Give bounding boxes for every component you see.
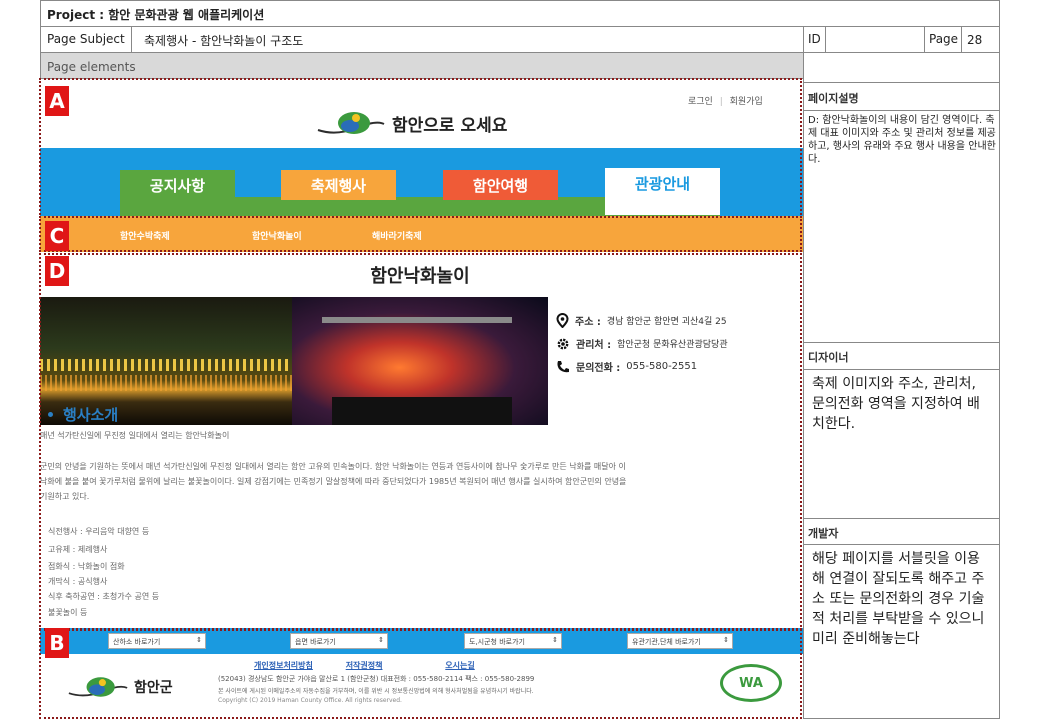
developer-title: 개발자	[808, 527, 839, 540]
project-label: Project : 함안 문화관광 웹 애플리케이션	[47, 8, 265, 22]
id-label-cell: ID	[803, 26, 826, 53]
page-subject-label-cell: Page Subject	[40, 26, 132, 53]
sidebar-top-cell	[803, 52, 1000, 83]
page-value-cell: 28	[961, 26, 1000, 53]
designer-text: 축제 이미지와 주소, 관리처, 문의전화 영역을 지정하여 배치한다.	[812, 376, 980, 432]
page-elements-label: Page elements	[47, 60, 136, 74]
page-subject-label: Page Subject	[47, 32, 125, 46]
page-description-text: D: 함안낙화놀이의 내용이 담긴 영역이다. 축제 대표 이미지와 주소 및 …	[808, 115, 996, 165]
id-label: ID	[808, 32, 821, 46]
sidebar-divider-1	[803, 342, 1000, 343]
page-subject-value: 축제행사 - 함안낙화놀이 구조도	[144, 34, 304, 48]
page-label: Page	[929, 32, 959, 46]
sidebar-divider-0	[803, 110, 1000, 111]
sidebar-divider-2	[803, 369, 1000, 370]
page-subject-value-cell: 축제행사 - 함안낙화놀이 구조도	[131, 26, 804, 53]
page-value: 28	[967, 33, 983, 47]
project-row: Project : 함안 문화관광 웹 애플리케이션	[40, 0, 1000, 27]
marker-c: C	[45, 221, 69, 251]
marker-d: D	[45, 256, 69, 286]
region-a-outline	[39, 78, 802, 218]
developer-text: 해당 페이지를 서블릿을 이용해 연결이 잘되도록 해주고 주소 또는 문의전화…	[812, 551, 985, 647]
page-description-title: 페이지설명	[808, 92, 859, 105]
page-label-cell: Page	[924, 26, 962, 53]
region-b-outline	[39, 628, 802, 719]
designer-title: 디자이너	[808, 351, 849, 364]
region-d-outline	[39, 253, 802, 631]
marker-a: A	[45, 86, 69, 116]
region-c-outline	[39, 216, 802, 252]
sidebar-divider-4	[803, 544, 1000, 545]
sidebar-divider-3	[803, 518, 1000, 519]
page-elements-row: Page elements	[40, 52, 804, 79]
marker-b: B	[45, 628, 69, 658]
id-value-cell	[825, 26, 925, 53]
